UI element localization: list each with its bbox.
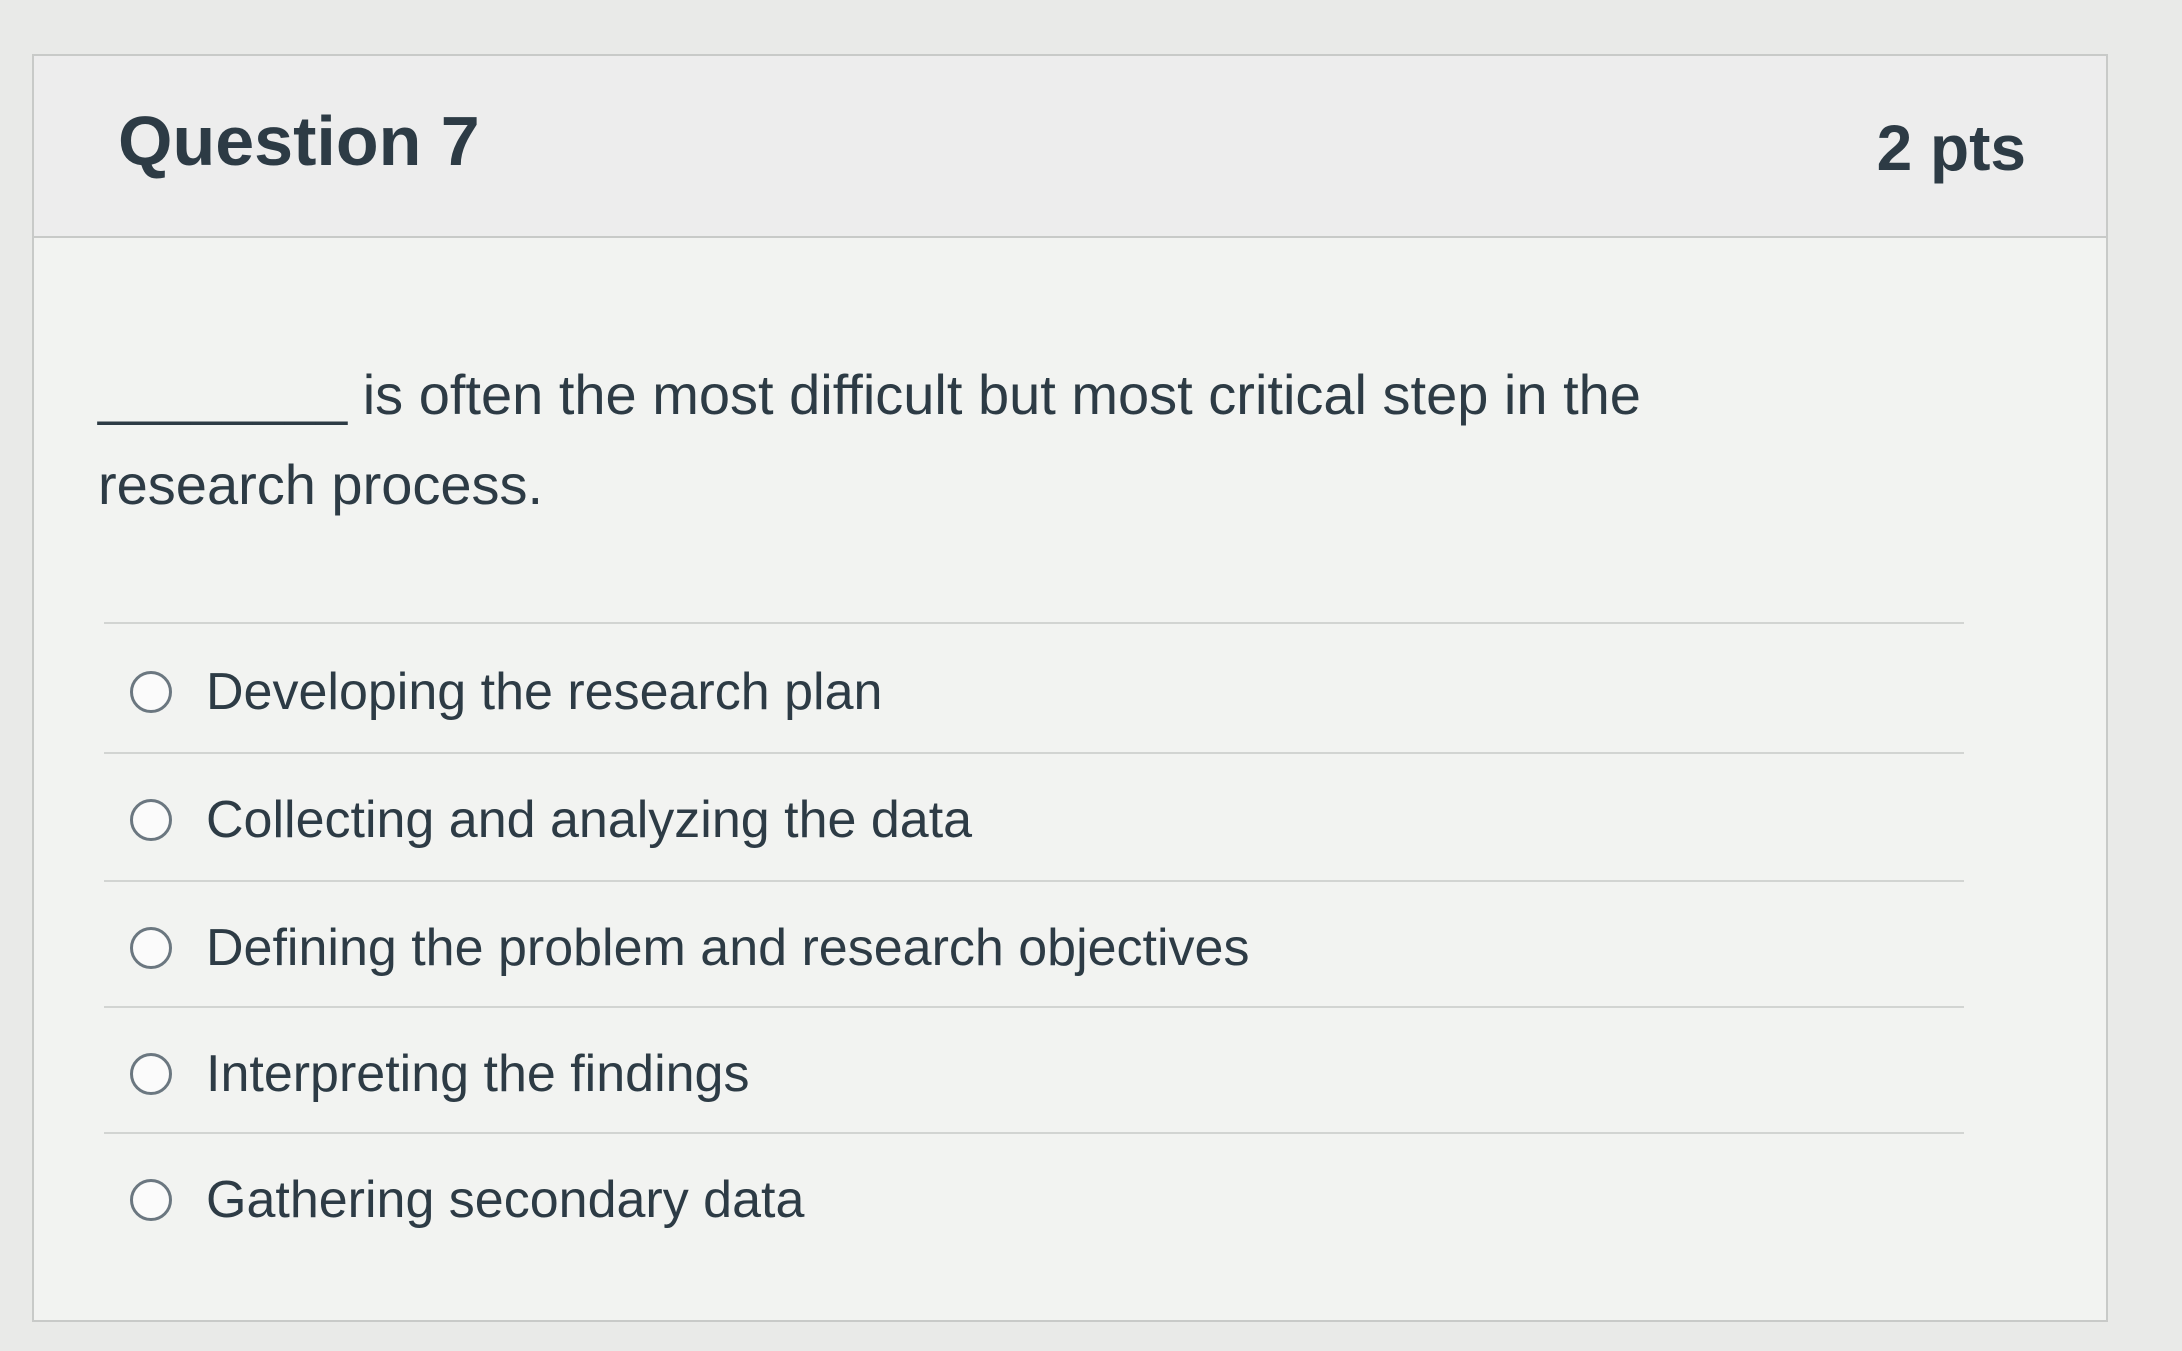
radio-button[interactable] <box>130 927 172 969</box>
answer-divider <box>104 880 1964 882</box>
question-title: Question 7 <box>118 102 480 180</box>
answer-option-1[interactable]: Developing the research plan <box>130 642 1950 742</box>
answers-top-divider <box>104 622 1964 624</box>
radio-button[interactable] <box>130 1053 172 1095</box>
question-header: Question 7 2 pts <box>34 56 2106 238</box>
answer-label: Interpreting the findings <box>206 1045 750 1103</box>
question-text: ________ is often the most difficult but… <box>98 350 1938 530</box>
answer-option-5[interactable]: Gathering secondary data <box>130 1150 1950 1250</box>
answer-label: Developing the research plan <box>206 663 883 721</box>
answer-option-2[interactable]: Collecting and analyzing the data <box>130 770 1950 870</box>
answer-label: Gathering secondary data <box>206 1171 805 1229</box>
radio-button[interactable] <box>130 799 172 841</box>
answer-option-3[interactable]: Defining the problem and research object… <box>130 898 1950 998</box>
answer-label: Defining the problem and research object… <box>206 919 1250 977</box>
answer-label: Collecting and analyzing the data <box>206 791 973 849</box>
radio-button[interactable] <box>130 671 172 713</box>
answer-divider <box>104 1132 1964 1134</box>
answer-option-4[interactable]: Interpreting the findings <box>130 1024 1950 1124</box>
question-text-line-2: research process. <box>98 453 544 516</box>
answer-divider <box>104 1006 1964 1008</box>
radio-button[interactable] <box>130 1179 172 1221</box>
answer-divider <box>104 752 1964 754</box>
question-points: 2 pts <box>1876 112 2026 184</box>
question-text-line-1: ________ is often the most difficult but… <box>98 363 1641 426</box>
